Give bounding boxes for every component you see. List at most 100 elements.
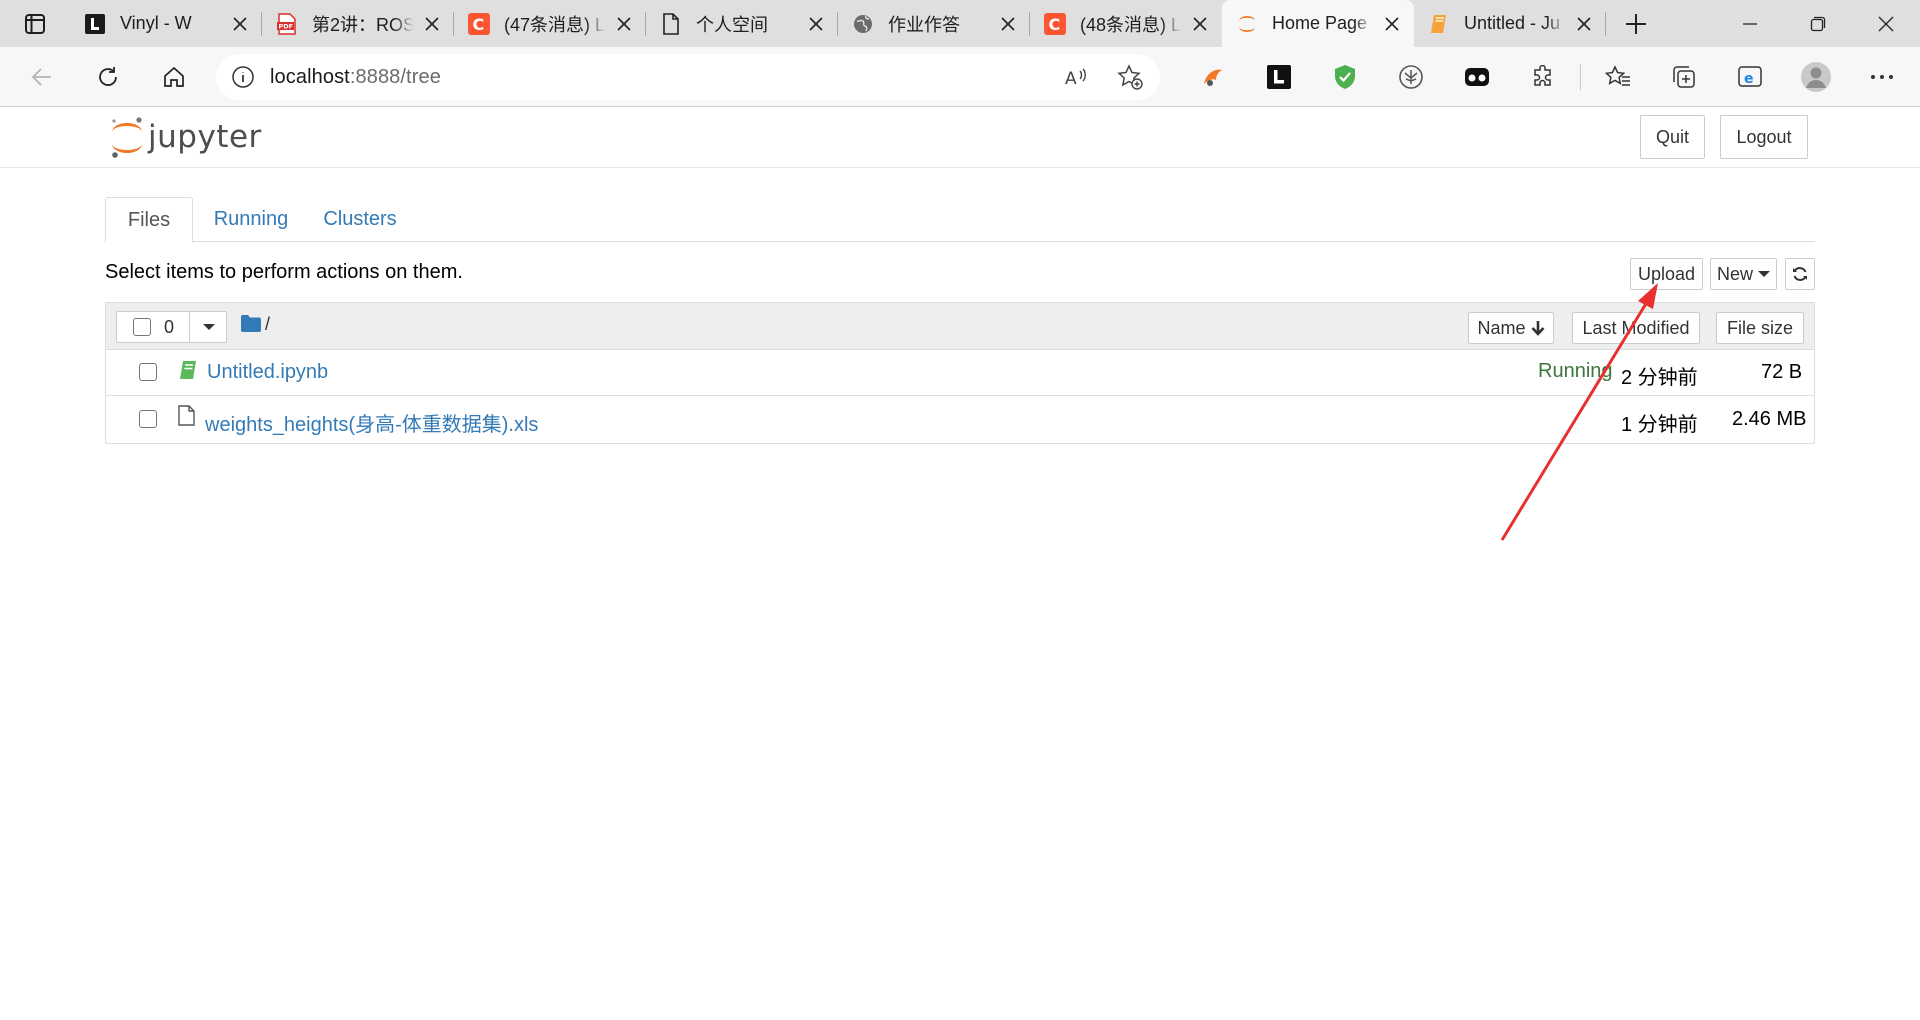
arrow-down-icon	[1531, 321, 1544, 336]
breadcrumb[interactable]: /	[265, 314, 270, 335]
file-name-link[interactable]: weights_heights(身高-体重数据集).xls	[205, 408, 538, 437]
row-checkbox[interactable]	[139, 363, 157, 381]
tab-files[interactable]: Files	[105, 197, 193, 243]
sort-name-label: Name	[1477, 317, 1526, 338]
refresh-button[interactable]	[82, 55, 134, 99]
extensions-puzzle-icon[interactable]	[1510, 54, 1576, 100]
close-icon[interactable]	[806, 14, 826, 34]
upload-button[interactable]: Upload	[1630, 258, 1703, 290]
window-controls	[1716, 0, 1920, 47]
shield-icon[interactable]	[1312, 54, 1378, 100]
tab-title: 个人空间	[696, 14, 768, 35]
back-button[interactable]	[16, 55, 68, 99]
extension-orange-icon[interactable]	[1180, 54, 1246, 100]
pdf-icon: PDF	[276, 12, 298, 35]
folder-icon[interactable]	[241, 315, 261, 337]
tab-title: Vinyl - W	[120, 13, 192, 33]
caret-down-icon	[202, 324, 215, 330]
browser-tab-untitled[interactable]: Untitled - Ju	[1414, 0, 1606, 47]
jupyter-logo[interactable]: jupyter	[110, 115, 262, 159]
favorites-icon[interactable]	[1585, 54, 1651, 100]
minimize-button[interactable]	[1716, 0, 1784, 47]
close-icon[interactable]	[422, 14, 442, 34]
browser-tab-vinyl[interactable]: Vinyl - W	[70, 0, 262, 47]
svg-text:C: C	[473, 15, 485, 34]
browser-tab-homework[interactable]: 作业作答	[838, 0, 1030, 47]
tab-title: 第2讲：ROS	[312, 14, 414, 35]
new-tab-button[interactable]	[1606, 0, 1666, 47]
url-text[interactable]: localhost:8888/tree	[270, 66, 441, 89]
browser-tab-csdn-48[interactable]: C (48条消息) L	[1030, 0, 1222, 47]
jupyter-icon	[1236, 13, 1258, 35]
tab-title: Untitled - Ju	[1464, 13, 1561, 33]
add-favorite-icon[interactable]	[1110, 57, 1150, 97]
running-indicator: Running	[1538, 360, 1613, 382]
browser-tab-home-page[interactable]: Home Page	[1222, 0, 1414, 47]
tab-title: 作业作答	[888, 14, 960, 35]
browser-tabstrip: Vinyl - W PDF 第2讲：ROS C (47条消息) L 个人空间 作…	[0, 0, 1920, 47]
tab-clusters[interactable]: Clusters	[305, 197, 415, 242]
sort-name-button[interactable]: Name	[1468, 312, 1554, 344]
ie-mode-icon[interactable]: e	[1717, 54, 1783, 100]
sort-last-modified-button[interactable]: Last Modified	[1572, 312, 1700, 344]
selection-menu-button[interactable]	[189, 312, 227, 342]
avatar[interactable]	[1783, 54, 1849, 100]
tab-actions-button[interactable]	[0, 0, 70, 47]
browser-tab-personal-space[interactable]: 个人空间	[646, 0, 838, 47]
globe-icon	[852, 13, 874, 35]
close-icon[interactable]	[1190, 14, 1210, 34]
table-row[interactable]: Untitled.ipynb Running 2 分钟前 72 B	[106, 350, 1814, 396]
caret-down-icon	[1758, 271, 1770, 277]
file-icon	[178, 405, 195, 431]
csdn-icon: C	[1044, 12, 1066, 35]
close-icon	[1878, 16, 1894, 31]
close-icon[interactable]	[1382, 14, 1402, 34]
browser-tab-csdn-47[interactable]: C (47条消息) L	[454, 0, 646, 47]
quit-button[interactable]: Quit	[1640, 115, 1705, 159]
select-all-checkbox[interactable]	[133, 318, 151, 336]
close-icon[interactable]	[998, 14, 1018, 34]
vinyl-l-icon[interactable]	[1246, 54, 1312, 100]
table-row[interactable]: weights_heights(身高-体重数据集).xls 1 分钟前 2.46…	[106, 397, 1814, 443]
new-button-label: New	[1716, 263, 1753, 284]
site-info-icon[interactable]	[216, 65, 270, 89]
url-host: localhost	[270, 65, 350, 88]
browser-toolbar: localhost:8888/tree A e	[0, 47, 1920, 107]
sort-file-size-button[interactable]: File size	[1716, 312, 1804, 344]
notebook-icon	[178, 360, 197, 385]
file-size: 72 B	[1761, 361, 1803, 383]
tab-running[interactable]: Running	[201, 197, 301, 242]
restore-icon	[1810, 16, 1826, 31]
logo-wordmark: jupyter	[148, 119, 262, 155]
address-bar[interactable]: localhost:8888/tree A	[216, 54, 1160, 100]
file-name-link[interactable]: Untitled.ipynb	[207, 361, 328, 384]
close-icon[interactable]	[230, 14, 250, 34]
vinyl-l-icon	[84, 13, 106, 35]
address-bar-actions: A	[1056, 54, 1150, 100]
selected-count: 0	[164, 317, 175, 337]
palm-extension-icon[interactable]	[1378, 54, 1444, 100]
read-aloud-icon[interactable]: A	[1056, 57, 1096, 97]
refresh-icon	[99, 66, 117, 86]
close-icon[interactable]	[1574, 14, 1594, 34]
back-arrow-icon	[31, 67, 51, 86]
home-button[interactable]	[148, 55, 200, 99]
collections-icon[interactable]	[1651, 54, 1717, 100]
logout-button[interactable]: Logout	[1720, 115, 1808, 159]
row-checkbox[interactable]	[139, 410, 157, 428]
more-menu-icon[interactable]	[1849, 54, 1915, 100]
file-list: 0 / Name Last Modified File size Untitle…	[105, 302, 1815, 444]
close-window-button[interactable]	[1852, 0, 1920, 47]
refresh-list-button[interactable]	[1785, 258, 1815, 290]
new-dropdown-button[interactable]: New	[1710, 258, 1777, 290]
jupyter-tabs: Files Running Clusters	[105, 197, 1815, 243]
file-modified: 1 分钟前	[1621, 414, 1698, 436]
svg-text:A: A	[1065, 69, 1077, 89]
restore-button[interactable]	[1784, 0, 1852, 47]
glasses-extension-icon[interactable]	[1444, 54, 1510, 100]
close-icon[interactable]	[614, 14, 634, 34]
browser-tab-ros[interactable]: PDF 第2讲：ROS	[262, 0, 454, 47]
tab-title: (48条消息) L	[1080, 14, 1182, 35]
tab-title: (47条消息) L	[504, 14, 606, 35]
tab-title: Home Page	[1272, 13, 1368, 33]
